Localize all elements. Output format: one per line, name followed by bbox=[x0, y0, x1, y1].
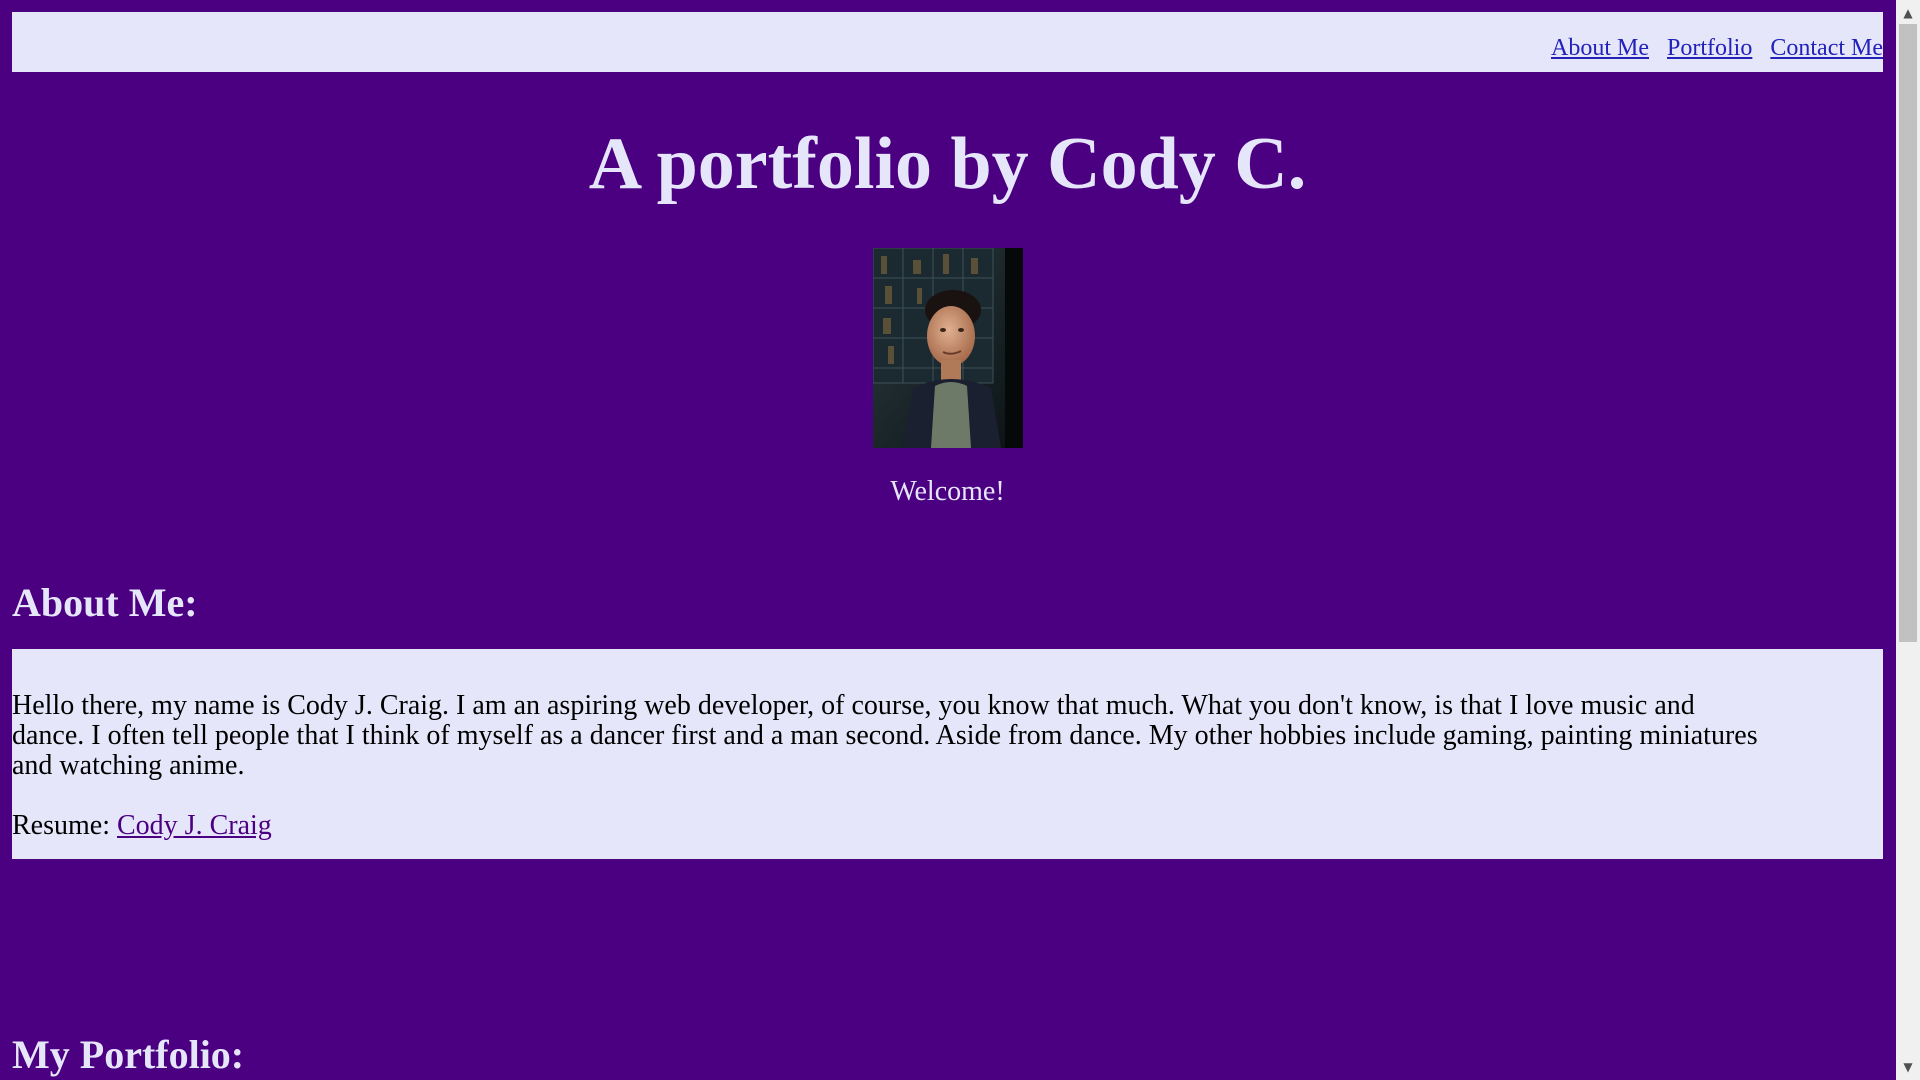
nav-links: About Me Portfolio Contact Me bbox=[1539, 34, 1883, 62]
about-text-line-2: dance. I often tell people that I think … bbox=[12, 720, 1758, 751]
scroll-down-arrow-icon[interactable]: ▼ bbox=[1896, 1056, 1920, 1078]
page: About Me Portfolio Contact Me A portfoli… bbox=[0, 0, 1920, 1080]
resume-link[interactable]: Cody J. Craig bbox=[117, 810, 272, 841]
scrollbar-thumb[interactable] bbox=[1899, 24, 1917, 642]
about-text-line-3: and watching anime. bbox=[12, 750, 245, 781]
profile-photo bbox=[873, 248, 1023, 448]
vertical-scrollbar[interactable]: ▲ ▼ bbox=[1896, 0, 1920, 1080]
resume-label: Resume: bbox=[12, 810, 117, 841]
welcome-text: Welcome! bbox=[890, 476, 1005, 507]
nav-bar: About Me Portfolio Contact Me bbox=[12, 12, 1883, 72]
portfolio-heading: My Portfolio: bbox=[12, 1032, 245, 1077]
about-text-line-1: Hello there, my name is Cody J. Craig. I… bbox=[12, 690, 1695, 721]
nav-link-portfolio[interactable]: Portfolio bbox=[1667, 35, 1752, 61]
about-me-heading: About Me: bbox=[12, 580, 198, 625]
page-title: A portfolio by Cody C. bbox=[588, 123, 1307, 205]
content: About Me Portfolio Contact Me A portfoli… bbox=[12, 12, 1883, 1077]
profile-photo-image bbox=[873, 248, 1023, 448]
nav-link-contact-me[interactable]: Contact Me bbox=[1770, 35, 1883, 61]
nav-link-about-me[interactable]: About Me bbox=[1551, 35, 1649, 61]
about-me-panel: Hello there, my name is Cody J. Craig. I… bbox=[12, 649, 1883, 859]
scroll-up-arrow-icon[interactable]: ▲ bbox=[1896, 2, 1920, 24]
resume-line: Resume: Cody J. Craig bbox=[12, 811, 272, 841]
